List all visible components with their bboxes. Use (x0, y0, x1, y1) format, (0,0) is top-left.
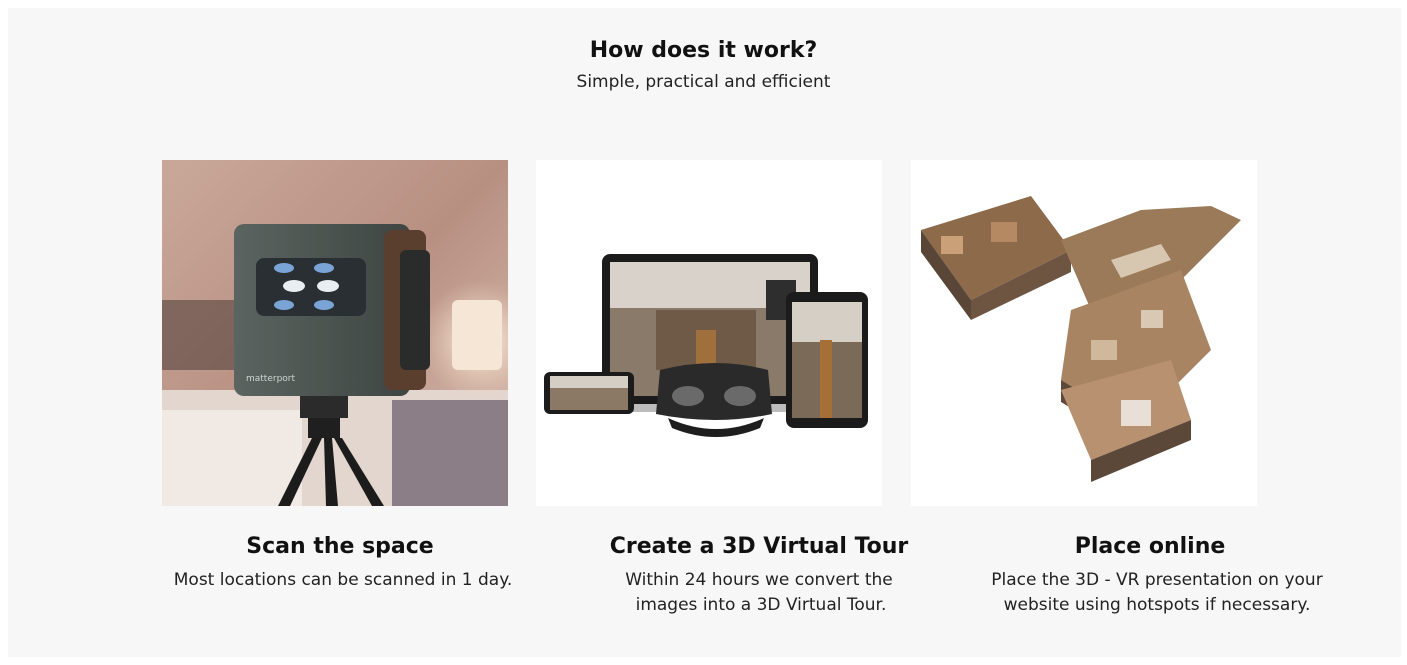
devices-vr-photo (536, 160, 882, 506)
section-subtitle: Simple, practical and efficient (576, 72, 831, 92)
step-desc-scan: Most locations can be scanned in 1 day. (173, 570, 513, 590)
step-desc-create-line1: Within 24 hours we convert the (625, 570, 893, 590)
dollhouse-floorplan-photo (911, 160, 1257, 506)
step-desc-online: Place the 3D - VR presentation on your w… (957, 568, 1357, 618)
step-desc-create-line2: images into a 3D Virtual Tour. (635, 595, 887, 615)
virtual-tour-devices-image (536, 160, 882, 506)
step-desc-create: Within 24 hours we convert the images in… (559, 568, 959, 618)
scan-camera-image: matterport (162, 160, 508, 506)
step-desc-online-line2: website using hotspots if necessary. (1003, 595, 1311, 615)
step-title-scan: Scan the space (246, 534, 434, 559)
section-title: How does it work? (589, 38, 818, 63)
camera-brand-label: matterport (246, 374, 295, 384)
matterport-camera-photo: matterport (162, 160, 508, 506)
step-desc-online-line1: Place the 3D - VR presentation on your (991, 570, 1323, 590)
step-title-online: Place online (1074, 534, 1226, 559)
dollhouse-image (911, 160, 1257, 506)
step-title-create: Create a 3D Virtual Tour (609, 534, 909, 559)
